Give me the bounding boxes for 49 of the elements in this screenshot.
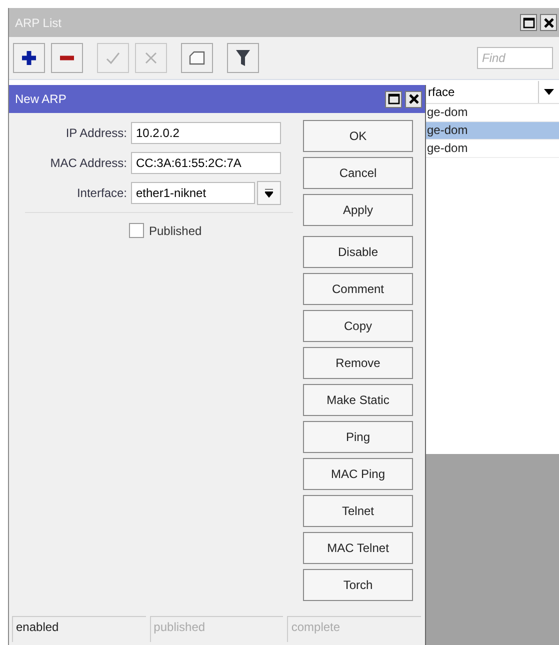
dialog-button[interactable]: Cancel — [303, 157, 413, 189]
note-icon — [188, 50, 206, 66]
filter-icon — [235, 49, 251, 67]
dialog-button[interactable]: MAC Ping — [303, 458, 413, 490]
plus-icon — [21, 50, 37, 66]
dropdown-field[interactable]: ether1-niknet — [131, 182, 255, 204]
filter-button[interactable] — [227, 43, 259, 73]
maximize-button[interactable] — [520, 14, 537, 31]
dialog-button[interactable]: Comment — [303, 273, 413, 305]
dialog-button[interactable]: Copy — [303, 310, 413, 342]
status-field: published — [150, 616, 284, 642]
field-label: IP Address: — [64, 126, 128, 140]
dialog-button[interactable]: MAC Telnet — [303, 532, 413, 564]
field-label: MAC Address: — [49, 156, 128, 170]
close-icon — [408, 93, 420, 105]
input-field[interactable]: 10.2.0.2 — [131, 122, 281, 144]
dialog-button[interactable]: Ping — [303, 421, 413, 453]
dialog-button[interactable]: Make Static — [303, 384, 413, 416]
cross-icon — [143, 50, 159, 66]
dropdown-arrow-icon — [265, 188, 273, 198]
dialog-button[interactable]: Torch — [303, 569, 413, 601]
close-button[interactable] — [405, 90, 422, 108]
dialog-button[interactable]: Telnet — [303, 495, 413, 527]
close-button[interactable] — [540, 14, 557, 31]
checkbox[interactable] — [129, 223, 144, 238]
dialog-button[interactable]: OK — [303, 120, 413, 152]
dialog-title: New ARP — [15, 92, 66, 106]
search-field[interactable]: Find — [477, 47, 553, 69]
checkbox-label: Published — [149, 224, 202, 238]
table-cell: ge-dom — [427, 123, 468, 137]
field-label: Interface: — [76, 186, 128, 200]
status-field: complete — [287, 616, 422, 642]
dialog-button[interactable]: Remove — [303, 347, 413, 379]
check-icon — [105, 50, 121, 66]
table-cell: ge-dom — [427, 105, 468, 119]
plus-button[interactable] — [13, 43, 45, 73]
table-cell: ge-dom — [427, 141, 468, 155]
dialog-button[interactable]: Apply — [303, 194, 413, 226]
close-icon — [542, 16, 554, 28]
minus-button[interactable] — [51, 43, 83, 73]
status-field: enabled — [12, 616, 146, 642]
maximize-button[interactable] — [385, 90, 402, 108]
dropdown-button[interactable] — [257, 181, 281, 205]
input-field[interactable]: CC:3A:61:55:2C:7A — [131, 152, 281, 174]
dialog-button[interactable]: Disable — [303, 236, 413, 268]
caret-icon — [544, 89, 554, 95]
note-button[interactable] — [181, 43, 213, 73]
maximize-icon — [388, 93, 400, 105]
maximize-icon — [522, 16, 534, 28]
